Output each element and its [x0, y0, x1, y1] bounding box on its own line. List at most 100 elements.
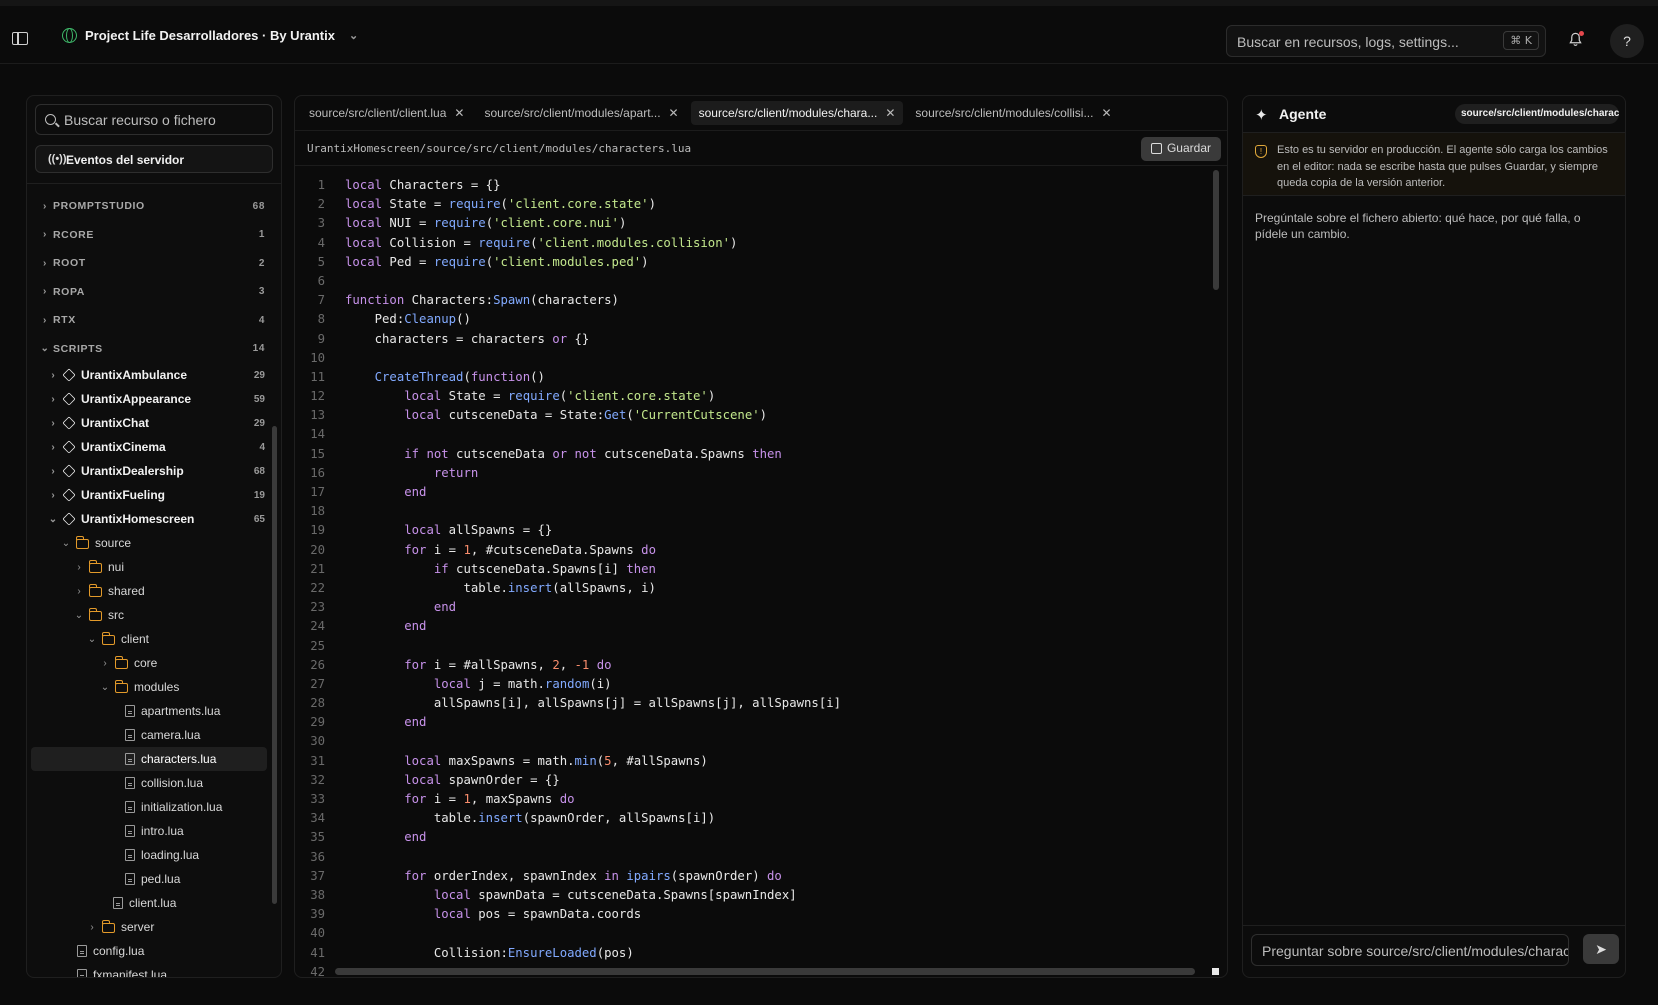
- chevron-right-icon: ›: [103, 657, 107, 669]
- file-icon: [77, 969, 87, 977]
- folder-open-icon: [89, 608, 102, 621]
- folder-src[interactable]: ⌄ src: [27, 603, 273, 627]
- code-line: 10: [310, 350, 325, 365]
- folder-server[interactable]: › server: [27, 915, 273, 939]
- global-search-input[interactable]: Buscar en recursos, logs, settings... ⌘ …: [1226, 25, 1546, 57]
- top-bar: Project Life Desarrolladores · By Uranti…: [0, 0, 1658, 64]
- agent-hint: Pregúntale sobre el fichero abierto: qué…: [1255, 211, 1581, 241]
- folder-core[interactable]: › core: [27, 651, 273, 675]
- resource-label: UrantixAmbulance: [81, 368, 188, 382]
- code-line: 6: [317, 273, 325, 288]
- sidebar-scrollbar[interactable]: [272, 426, 277, 904]
- file-camera[interactable]: camera.lua: [27, 723, 273, 747]
- code-editor-panel: source/src/client/client.lua ✕ source/src…: [294, 95, 1228, 978]
- help-button[interactable]: ?: [1610, 24, 1644, 58]
- folder-label: client: [121, 632, 150, 646]
- file-loading[interactable]: loading.lua: [27, 843, 273, 867]
- resource-label: UrantixFueling: [81, 488, 166, 502]
- folder-source[interactable]: ⌄ source: [27, 531, 273, 555]
- code-line: 17 end: [310, 485, 427, 499]
- folder-label: core: [134, 656, 158, 670]
- code-line: 19 local allSpawns = {}: [310, 523, 553, 538]
- shield-warning-icon: !: [1255, 145, 1267, 158]
- file-label: apartments.lua: [141, 704, 221, 718]
- notifications-bell-icon[interactable]: [1568, 31, 1584, 47]
- folder-nui[interactable]: › nui: [27, 555, 273, 579]
- folder-modules[interactable]: ⌄ modules: [27, 675, 273, 699]
- group-scripts[interactable]: ⌄ SCRIPTS 14: [27, 335, 273, 364]
- code-line: 23 end: [310, 600, 457, 615]
- broadcast-icon: ((•)): [48, 153, 67, 165]
- close-icon[interactable]: ✕: [1101, 106, 1111, 120]
- file-icon: [125, 849, 135, 861]
- close-icon[interactable]: ✕: [669, 106, 679, 120]
- resource-label: UrantixChat: [81, 416, 150, 430]
- resource-urantixchat[interactable]: › UrantixChat 29: [27, 411, 273, 435]
- file-label: loading.lua: [141, 848, 200, 862]
- save-button[interactable]: Guardar: [1140, 137, 1221, 161]
- chevron-right-icon: ›: [51, 489, 55, 501]
- code-line: 28 allSpawns[i], allSpawns[j] = allSpawn…: [310, 696, 842, 711]
- folder-label: nui: [108, 560, 125, 574]
- resource-urantixhomescreen[interactable]: ⌄ UrantixHomescreen 65: [27, 507, 273, 531]
- editor-vertical-scrollbar[interactable]: [1213, 170, 1219, 290]
- close-icon[interactable]: ✕: [885, 106, 895, 120]
- resource-urantixdealership[interactable]: › UrantixDealership 68: [27, 459, 273, 483]
- resource-search-placeholder: Buscar recurso o fichero: [64, 112, 216, 128]
- resource-urantixambulance[interactable]: › UrantixAmbulance 29: [27, 363, 273, 387]
- divider: [27, 183, 281, 184]
- file-initialization[interactable]: initialization.lua: [27, 795, 273, 819]
- folder-shared[interactable]: › shared: [27, 579, 273, 603]
- group-rtx[interactable]: › RTX 4: [27, 306, 273, 335]
- file-tree: › PROMPTSTUDIO 68 › RCORE 1 › ROOT 2 › ROPA 3 › R…: [27, 192, 273, 977]
- tab-characters-lua[interactable]: source/src/client/modules/chara... ✕: [690, 101, 904, 125]
- folder-client[interactable]: ⌄ client: [27, 627, 273, 651]
- chevron-right-icon: ›: [43, 314, 47, 326]
- folder-open-icon: [76, 536, 89, 549]
- chevron-right-icon: ›: [77, 585, 81, 597]
- file-client-lua[interactable]: client.lua: [27, 891, 273, 915]
- code-line: 16 return: [310, 465, 479, 480]
- send-icon[interactable]: ➤: [1583, 934, 1619, 964]
- tab-apartments-lua[interactable]: source/src/client/modules/apart... ✕: [476, 101, 686, 125]
- group-rcore[interactable]: › RCORE 1: [27, 221, 273, 250]
- code-line: 34 table.insert(spawnOrder, allSpawns[i]…: [310, 811, 716, 826]
- resource-label: UrantixCinema: [81, 440, 166, 454]
- sidebar-toggle-icon[interactable]: [12, 32, 28, 45]
- server-events-label: Eventos del servidor: [66, 153, 185, 167]
- folder-label: shared: [108, 584, 145, 598]
- tab-collision-lua[interactable]: source/src/client/modules/collisi... ✕: [907, 101, 1119, 125]
- group-count: 2: [258, 257, 265, 269]
- file-config[interactable]: config.lua: [27, 939, 273, 963]
- save-icon: [1150, 143, 1162, 154]
- agent-input-bar: Preguntar sobre source/src/client/module…: [1243, 925, 1625, 977]
- resource-urantixappearance[interactable]: › UrantixAppearance 59: [27, 387, 273, 411]
- resource-urantixfueling[interactable]: › UrantixFueling 19: [27, 483, 273, 507]
- file-intro[interactable]: intro.lua: [27, 819, 273, 843]
- file-icon: [113, 897, 123, 909]
- code-line: 15 if not cutsceneData or not cutsceneDa…: [310, 446, 782, 461]
- file-ped[interactable]: ped.lua: [27, 867, 273, 891]
- agent-question-input[interactable]: Preguntar sobre source/src/client/module…: [1251, 934, 1569, 966]
- project-switcher[interactable]: Project Life Desarrolladores · By Uranti…: [62, 28, 358, 43]
- group-root[interactable]: › ROOT 2: [27, 249, 273, 278]
- group-ropa[interactable]: › ROPA 3: [27, 278, 273, 307]
- resource-search-input[interactable]: Buscar recurso o fichero: [35, 104, 273, 135]
- file-collision[interactable]: collision.lua: [27, 771, 273, 795]
- resource-label: UrantixHomescreen: [81, 512, 195, 526]
- file-icon: [125, 777, 135, 789]
- server-events-button[interactable]: ((•)) Eventos del servidor: [35, 145, 273, 173]
- file-apartments[interactable]: apartments.lua: [27, 699, 273, 723]
- resource-urantixcinema[interactable]: › UrantixCinema 4: [27, 435, 273, 459]
- group-promptstudio[interactable]: › PROMPTSTUDIO 68: [27, 192, 273, 221]
- file-fxmanifest[interactable]: fxmanifest.lua: [27, 963, 273, 977]
- file-characters[interactable]: characters.lua: [31, 747, 267, 771]
- tab-client-lua[interactable]: source/src/client/client.lua ✕: [301, 101, 472, 125]
- folder-icon: [115, 656, 128, 669]
- code-area[interactable]: 1 local Characters = {} 2 local State = re…: [295, 176, 1215, 977]
- code-line: 35 end: [310, 830, 427, 845]
- close-icon[interactable]: ✕: [454, 106, 464, 120]
- editor-horizontal-scrollbar[interactable]: [335, 968, 1195, 975]
- chevron-right-icon: ›: [51, 441, 55, 453]
- scroll-corner: [1212, 968, 1219, 975]
